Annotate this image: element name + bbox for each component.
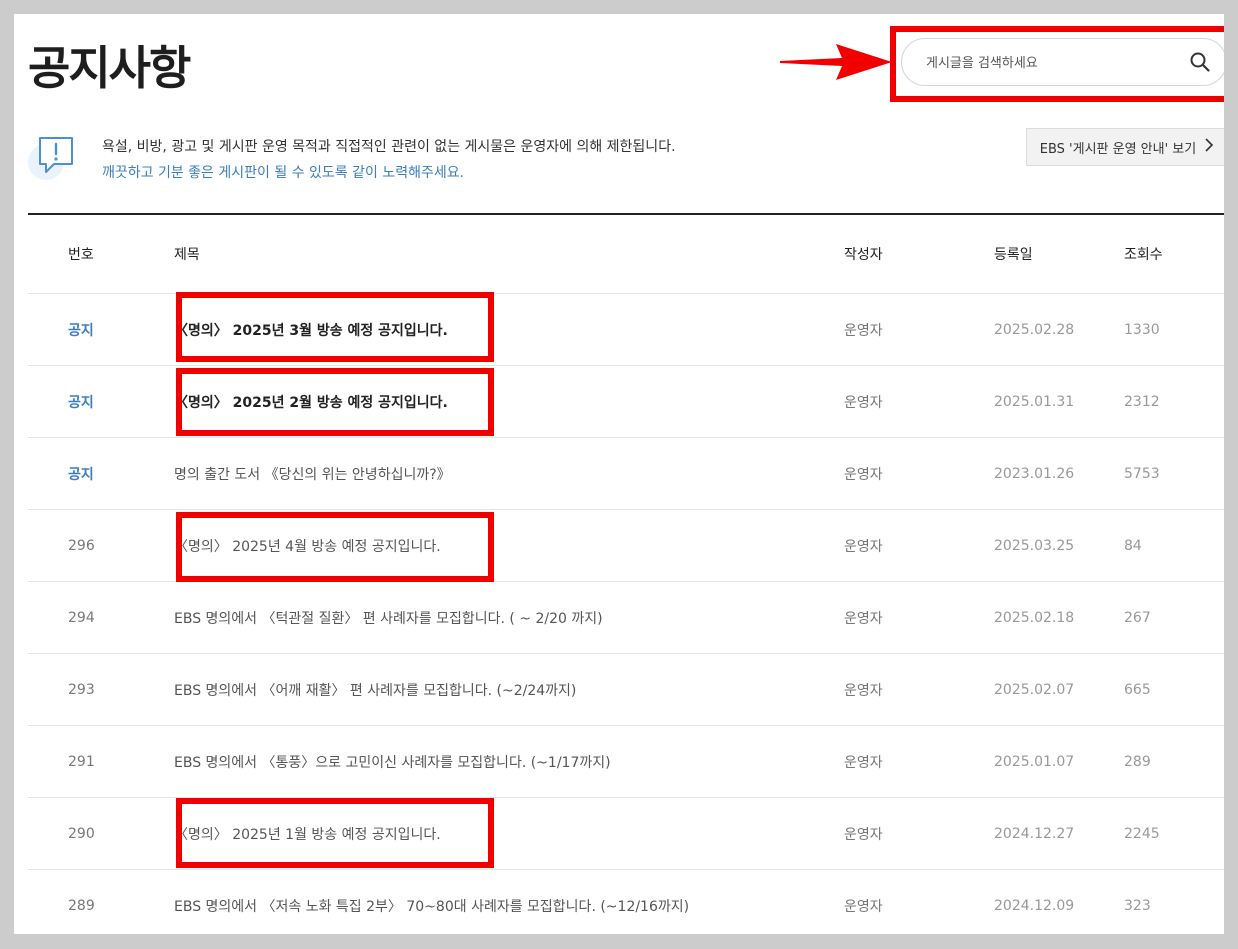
row-views: 1330 <box>1124 321 1160 338</box>
notice-line-2: 깨끗하고 기분 좋은 게시판이 될 수 있도록 같이 노력해주세요. <box>102 165 465 181</box>
row-date: 2024.12.09 <box>994 897 1075 914</box>
post-title-link[interactable]: EBS 명의에서 〈저속 노화 특집 2부〉 70~80대 사례자를 모집합니다… <box>174 899 689 915</box>
row-views: 2312 <box>1124 393 1160 410</box>
row-author: 운영자 <box>844 826 883 843</box>
row-author: 운영자 <box>844 394 883 411</box>
row-views: 665 <box>1124 681 1151 698</box>
table-row: 290 〈명의〉 2025년 1월 방송 예정 공지입니다. 운영자 2024.… <box>28 798 1224 870</box>
row-number: 296 <box>68 537 95 554</box>
board-table: 번호 제목 작성자 등록일 조회수 공지 〈명의〉 2025년 3월 방송 예정… <box>28 213 1224 934</box>
table-header: 번호 제목 작성자 등록일 조회수 <box>28 215 1224 294</box>
header-author: 작성자 <box>844 247 883 263</box>
row-author: 운영자 <box>844 682 883 699</box>
table-row: 296 〈명의〉 2025년 4월 방송 예정 공지입니다. 운영자 2025.… <box>28 510 1224 582</box>
row-date: 2025.02.07 <box>994 681 1075 698</box>
row-number: 294 <box>68 609 95 626</box>
row-number: 공지 <box>68 466 94 483</box>
table-row: 공지 〈명의〉 2025년 2월 방송 예정 공지입니다. 운영자 2025.0… <box>28 366 1224 438</box>
table-row: 289 EBS 명의에서 〈저속 노화 특집 2부〉 70~80대 사례자를 모… <box>28 870 1224 934</box>
notice-line-1: 욕설, 비방, 광고 및 게시판 운영 목적과 직접적인 관련이 없는 게시물은… <box>102 139 676 155</box>
post-title-link[interactable]: 명의 출간 도서 《당신의 위는 안녕하십니까?》 <box>174 467 451 483</box>
post-title-link[interactable]: EBS 명의에서 〈턱관절 질환〉 편 사례자를 모집합니다. ( ~ 2/20… <box>174 611 603 627</box>
row-author: 운영자 <box>844 610 883 627</box>
search-input[interactable] <box>924 49 1178 77</box>
table-row: 공지 명의 출간 도서 《당신의 위는 안녕하십니까?》 운영자 2023.01… <box>28 438 1224 510</box>
header-views: 조회수 <box>1124 247 1163 263</box>
table-row: 293 EBS 명의에서 〈어깨 재활〉 편 사례자를 모집합니다. (~2/2… <box>28 654 1224 726</box>
row-date: 2025.02.28 <box>994 321 1075 338</box>
post-title-link[interactable]: 〈명의〉 2025년 4월 방송 예정 공지입니다. <box>174 539 441 555</box>
post-title-link[interactable]: EBS 명의에서 〈통풍〉으로 고민이신 사례자를 모집합니다. (~1/17까… <box>174 755 611 771</box>
row-number: 공지 <box>68 394 94 411</box>
row-views: 5753 <box>1124 465 1160 482</box>
row-author: 운영자 <box>844 754 883 771</box>
alert-message-icon <box>28 132 74 186</box>
search-box <box>901 38 1224 86</box>
row-date: 2023.01.26 <box>994 465 1075 482</box>
row-date: 2025.01.07 <box>994 753 1075 770</box>
row-date: 2025.01.31 <box>994 393 1075 410</box>
guide-button-label: EBS '게시판 운영 안내' 보기 <box>1039 141 1197 157</box>
row-number: 290 <box>68 825 95 842</box>
row-author: 운영자 <box>844 466 883 483</box>
post-title-link[interactable]: EBS 명의에서 〈어깨 재활〉 편 사례자를 모집합니다. (~2/24까지) <box>174 683 576 699</box>
chevron-right-icon <box>1204 138 1214 156</box>
row-views: 84 <box>1124 537 1142 554</box>
header-number: 번호 <box>68 247 94 263</box>
row-views: 289 <box>1124 753 1151 770</box>
header-date: 등록일 <box>994 247 1033 263</box>
row-number: 289 <box>68 897 95 914</box>
post-title-link[interactable]: 〈명의〉 2025년 2월 방송 예정 공지입니다. <box>174 395 448 411</box>
board-policy-notice: 욕설, 비방, 광고 및 게시판 운영 목적과 직접적인 관련이 없는 게시물은… <box>102 134 676 186</box>
header-title: 제목 <box>174 247 200 263</box>
table-row: 294 EBS 명의에서 〈턱관절 질환〉 편 사례자를 모집합니다. ( ~ … <box>28 582 1224 654</box>
board-guide-button[interactable]: EBS '게시판 운영 안내' 보기 <box>1026 128 1224 166</box>
table-row: 291 EBS 명의에서 〈통풍〉으로 고민이신 사례자를 모집합니다. (~1… <box>28 726 1224 798</box>
row-number: 293 <box>68 681 95 698</box>
row-author: 운영자 <box>844 538 883 555</box>
row-views: 2245 <box>1124 825 1160 842</box>
row-date: 2025.03.25 <box>994 537 1075 554</box>
row-author: 운영자 <box>844 898 883 915</box>
row-number: 291 <box>68 753 95 770</box>
search-icon[interactable] <box>1188 50 1212 74</box>
row-date: 2024.12.27 <box>994 825 1075 842</box>
post-title-link[interactable]: 〈명의〉 2025년 3월 방송 예정 공지입니다. <box>174 323 448 339</box>
row-author: 운영자 <box>844 322 883 339</box>
row-date: 2025.02.18 <box>994 609 1075 626</box>
row-number: 공지 <box>68 322 94 339</box>
page-title: 공지사항 <box>28 41 191 95</box>
red-arrow-annotation <box>780 42 892 82</box>
table-row: 공지 〈명의〉 2025년 3월 방송 예정 공지입니다. 운영자 2025.0… <box>28 294 1224 366</box>
row-views: 323 <box>1124 897 1151 914</box>
board-page: 공지사항 욕설, 비방, 광고 및 게시판 운영 목적과 직접적인 관련이 없는… <box>14 14 1224 934</box>
row-views: 267 <box>1124 609 1151 626</box>
post-title-link[interactable]: 〈명의〉 2025년 1월 방송 예정 공지입니다. <box>174 827 441 843</box>
